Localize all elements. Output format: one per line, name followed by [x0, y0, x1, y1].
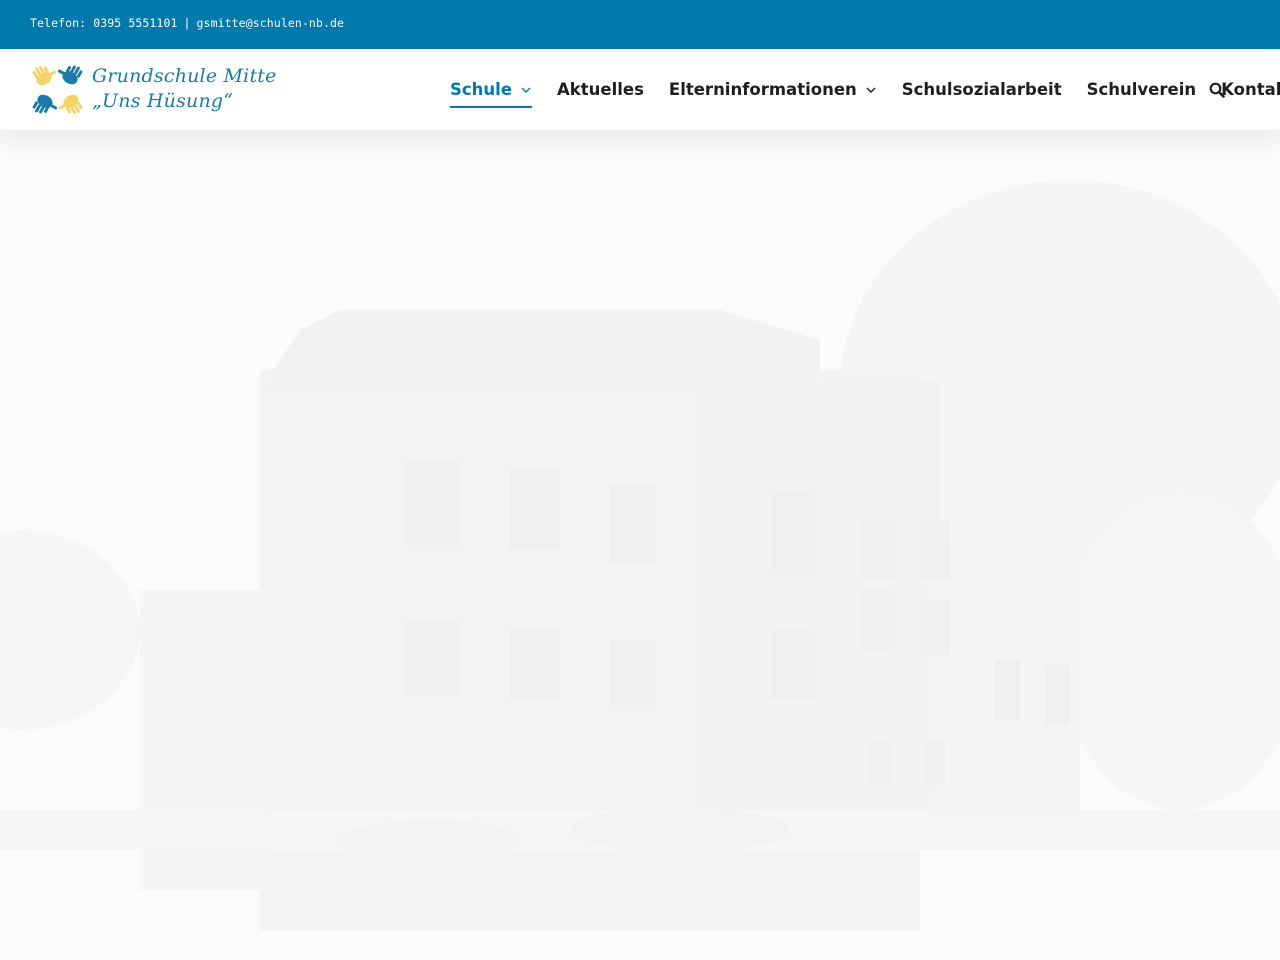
- hands-icon: [32, 65, 83, 114]
- site-header: Grundschule Mitte „Uns Hüsung“ Schule Ak…: [0, 49, 1280, 130]
- nav-item-kontakt[interactable]: Kontakt: [1221, 49, 1280, 130]
- hero-banner: [0, 130, 1280, 960]
- nav-label-aktuelles: Aktuelles: [557, 80, 644, 99]
- email-link[interactable]: gsmitte@schulen-nb.de: [197, 16, 345, 30]
- nav-label-schulverein: Schulverein: [1086, 80, 1197, 99]
- logo-line-1: Grundschule Mitte: [92, 65, 277, 87]
- nav-item-elterninformationen[interactable]: Elterninformationen: [669, 49, 877, 130]
- logo-text: Grundschule Mitte „Uns Hüsung“: [92, 64, 277, 114]
- topbar-contact: Telefon: 0395 5551101 | gsmitte@schulen-nb…: [30, 16, 344, 30]
- nav-item-aktuelles[interactable]: Aktuelles: [557, 49, 644, 130]
- search-icon[interactable]: [1209, 82, 1225, 98]
- hero-background-image: [0, 130, 1280, 960]
- nav-label-elterninformationen: Elterninformationen: [668, 80, 857, 99]
- chevron-down-icon: [866, 87, 876, 93]
- chevron-down-icon: [521, 87, 531, 93]
- site-logo[interactable]: Grundschule Mitte „Uns Hüsung“: [30, 63, 300, 117]
- phone-text: Telefon: 0395 5551101: [30, 16, 178, 30]
- nav-item-schulverein[interactable]: Schulverein: [1087, 49, 1197, 130]
- nav-item-schulsozialarbeit[interactable]: Schulsozialarbeit: [902, 49, 1062, 130]
- contact-separator: |: [183, 16, 191, 30]
- topbar: Telefon: 0395 5551101 | gsmitte@schulen-nb…: [0, 0, 1280, 49]
- nav-label-schulsozialarbeit: Schulsozialarbeit: [901, 80, 1062, 99]
- nav-label-kontakt: Kontakt: [1221, 80, 1280, 99]
- main-nav: Schule Aktuelles Elterninformationen Sch…: [450, 49, 1280, 130]
- nav-label-schule: Schule: [450, 80, 513, 99]
- logo-line-2: „Uns Hüsung“: [92, 90, 234, 112]
- nav-item-schule[interactable]: Schule: [450, 49, 533, 130]
